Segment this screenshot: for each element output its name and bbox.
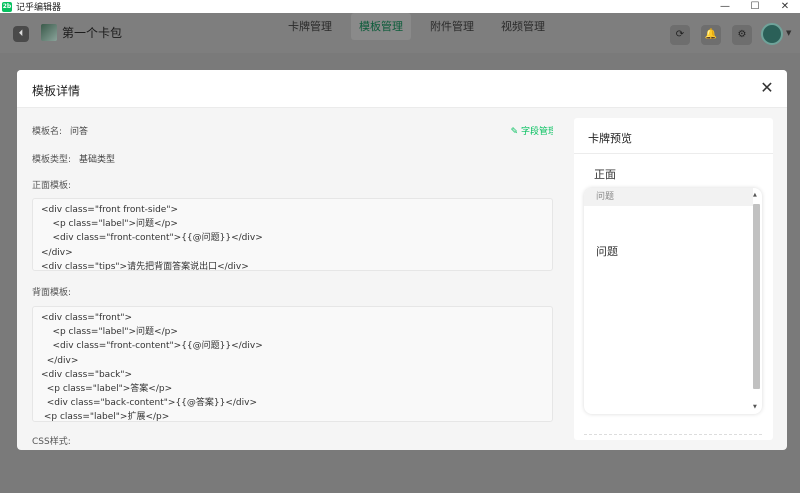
code-line: </div> <box>41 247 73 258</box>
tab-card-management[interactable]: 卡牌管理 <box>280 13 340 40</box>
avatar[interactable] <box>761 23 783 45</box>
back-template-label: 背面模板: <box>32 288 72 298</box>
main-nav: 卡牌管理 模板管理 附件管理 视频管理 <box>280 13 564 53</box>
template-name-label: 模板名: <box>32 127 63 137</box>
template-detail-modal: 模板详情 ✕ 模板名: 问答 ✎ 字段管理 模板类型: 基础类型 正面模板: <di… <box>17 70 787 450</box>
code-line: <p class="label">答案</p> <box>41 384 173 395</box>
code-line: <div class="front-content">{{@问题}}</div> <box>41 233 263 244</box>
template-name-row: 模板名: 问答 <box>32 124 88 137</box>
tab-template-management[interactable]: 模板管理 <box>351 13 411 40</box>
back-template-editor[interactable]: <div class="front"> <p class="label">问题<… <box>32 306 553 422</box>
scroll-up-icon[interactable]: ▲ <box>753 192 757 198</box>
field-manage-label: 字段管理 <box>520 127 553 137</box>
edit-icon: ✎ <box>510 127 519 137</box>
code-line: <div class="tips">请先把背面答案说出口</div> <box>41 261 249 271</box>
maximize-button[interactable]: ☐ <box>740 0 770 13</box>
back-icon[interactable]: ⏴ <box>13 26 29 42</box>
app-icon: 2b <box>2 1 12 12</box>
card-label: 问题 <box>584 188 753 206</box>
divider <box>574 153 773 154</box>
css-style-label: CSS样式: <box>32 437 71 447</box>
code-line: <p class="label">问题</p> <box>41 327 178 338</box>
gear-icon[interactable]: ⚙ <box>732 25 752 45</box>
card-preview-panel: 卡牌预览 正面 问题 问题 ▲ ▼ <box>574 118 773 440</box>
code-line: <div class="back-content">{{@答案}}</div> <box>41 398 258 409</box>
preview-title: 卡牌预览 <box>588 132 632 145</box>
card-preview: 问题 问题 ▲ ▼ <box>584 188 762 414</box>
template-name-value: 问答 <box>70 127 89 137</box>
tab-attachment-management[interactable]: 附件管理 <box>422 13 482 40</box>
deck-name: 第一个卡包 <box>62 26 123 40</box>
scroll-down-icon[interactable]: ▼ <box>753 404 757 410</box>
template-type-label: 模板类型: <box>32 155 72 165</box>
scrollbar[interactable]: ▲ ▼ <box>753 192 760 410</box>
scroll-thumb[interactable] <box>753 204 760 389</box>
template-type-value: 基础类型 <box>79 155 116 165</box>
preview-face-label: 正面 <box>594 168 616 181</box>
window-close-button[interactable]: ✕ <box>770 0 800 13</box>
code-line: <p class="label">扩展</p> <box>41 412 170 422</box>
code-line: </div> <box>41 355 79 366</box>
minimize-button[interactable]: — <box>710 0 740 13</box>
window-controls: — ☐ ✕ <box>710 0 800 13</box>
field-manage-button[interactable]: ✎ 字段管理 <box>511 124 553 137</box>
deck-thumbnail <box>41 24 57 41</box>
window-title: 记乎编辑器 <box>16 3 62 13</box>
code-line: <p class="label">问题</p> <box>41 219 178 230</box>
tab-video-management[interactable]: 视频管理 <box>493 13 553 40</box>
code-line: <div class="front-content">{{@问题}}</div> <box>41 341 263 352</box>
code-line: <div class="front front-side"> <box>41 205 179 215</box>
template-type-row: 模板类型: 基础类型 <box>32 152 115 165</box>
card-content: 问题 <box>596 245 618 258</box>
modal-title: 模板详情 <box>32 84 81 98</box>
front-template-label: 正面模板: <box>32 181 72 191</box>
code-line: <div class="front"> <box>41 313 133 323</box>
code-line: <div class="back"> <box>41 369 133 380</box>
bell-icon[interactable]: 🔔 <box>701 25 721 45</box>
front-template-editor[interactable]: <div class="front front-side"> <p class=… <box>32 198 553 271</box>
template-form: 模板名: 问答 ✎ 字段管理 模板类型: 基础类型 正面模板: <div class… <box>32 108 553 450</box>
chevron-down-icon[interactable]: ▼ <box>786 29 791 37</box>
close-icon[interactable]: ✕ <box>759 80 775 96</box>
divider <box>584 434 762 435</box>
window-titlebar: 2b 记乎编辑器 — ☐ ✕ <box>0 0 800 13</box>
modal-header: 模板详情 ✕ <box>17 70 787 108</box>
refresh-icon[interactable]: ⟳ <box>670 25 690 45</box>
